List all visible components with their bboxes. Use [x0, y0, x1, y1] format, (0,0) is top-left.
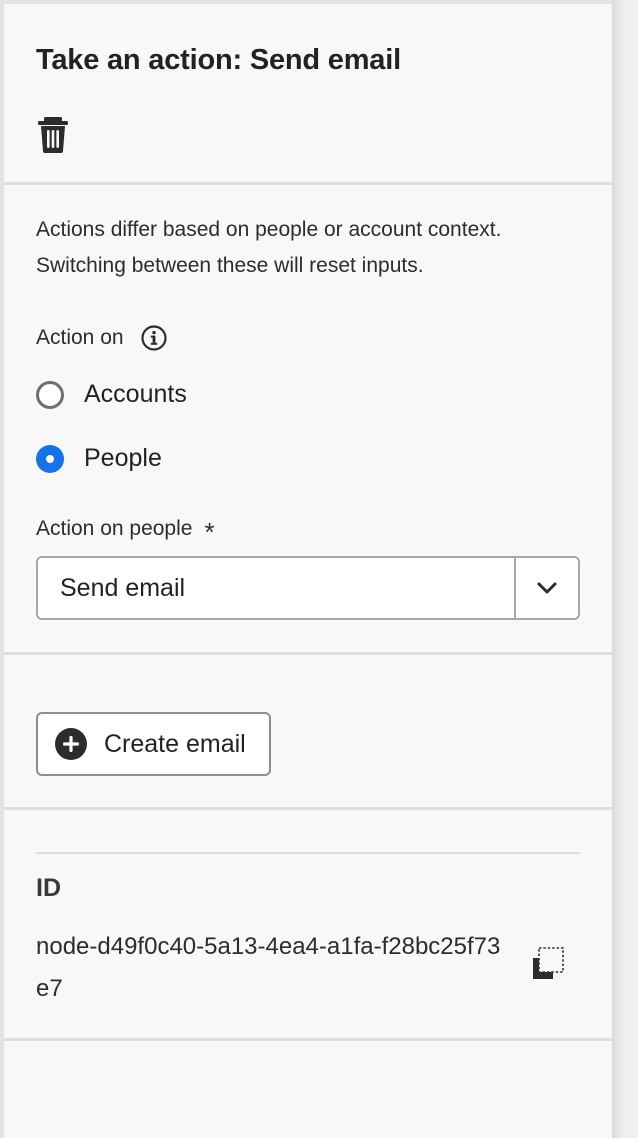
create-email-label: Create email — [104, 729, 246, 758]
section-divider — [4, 1038, 612, 1041]
context-description: Actions differ based on people or accoun… — [36, 212, 596, 284]
section-divider — [4, 652, 612, 655]
radio-people[interactable]: People — [36, 444, 162, 473]
description-line: Switching between these will reset input… — [36, 254, 424, 277]
radio-label-people: People — [84, 444, 162, 472]
plus-circle-icon — [55, 728, 87, 760]
action-on-people-label: Action on people * — [36, 517, 215, 547]
info-icon[interactable] — [140, 324, 168, 352]
radio-button-selected[interactable] — [36, 444, 64, 473]
radio-button-unselected[interactable] — [36, 380, 64, 409]
create-email-button[interactable]: Create email — [36, 712, 271, 776]
node-id-value: node-d49f0c40-5a13-4ea4-a1fa-f28bc25f73e… — [36, 933, 501, 1002]
id-heading: ID — [36, 874, 61, 902]
action-panel: Take an action: Send email Actions diffe… — [0, 0, 612, 1138]
radio-label-accounts: Accounts — [84, 380, 187, 408]
panel-title: Take an action: Send email — [36, 44, 401, 76]
chevron-down-icon — [537, 582, 557, 594]
description-line: Actions differ based on people or accoun… — [36, 218, 502, 241]
action-on-label: Action on — [36, 324, 168, 352]
action-on-text: Action on — [36, 326, 124, 349]
trash-icon[interactable] — [34, 114, 72, 154]
section-divider — [4, 182, 612, 185]
field-label-text: Action on people — [36, 517, 193, 540]
action-select[interactable]: Send email — [36, 556, 580, 620]
section-divider — [4, 807, 612, 810]
required-marker: * — [204, 517, 215, 547]
id-separator — [36, 852, 580, 854]
dropdown-button[interactable] — [514, 558, 578, 618]
radio-accounts[interactable]: Accounts — [36, 380, 187, 409]
top-border — [4, 0, 612, 4]
copy-icon[interactable] — [530, 946, 566, 982]
action-select-value: Send email — [60, 573, 186, 602]
panel-edge-shadow — [612, 0, 638, 1138]
